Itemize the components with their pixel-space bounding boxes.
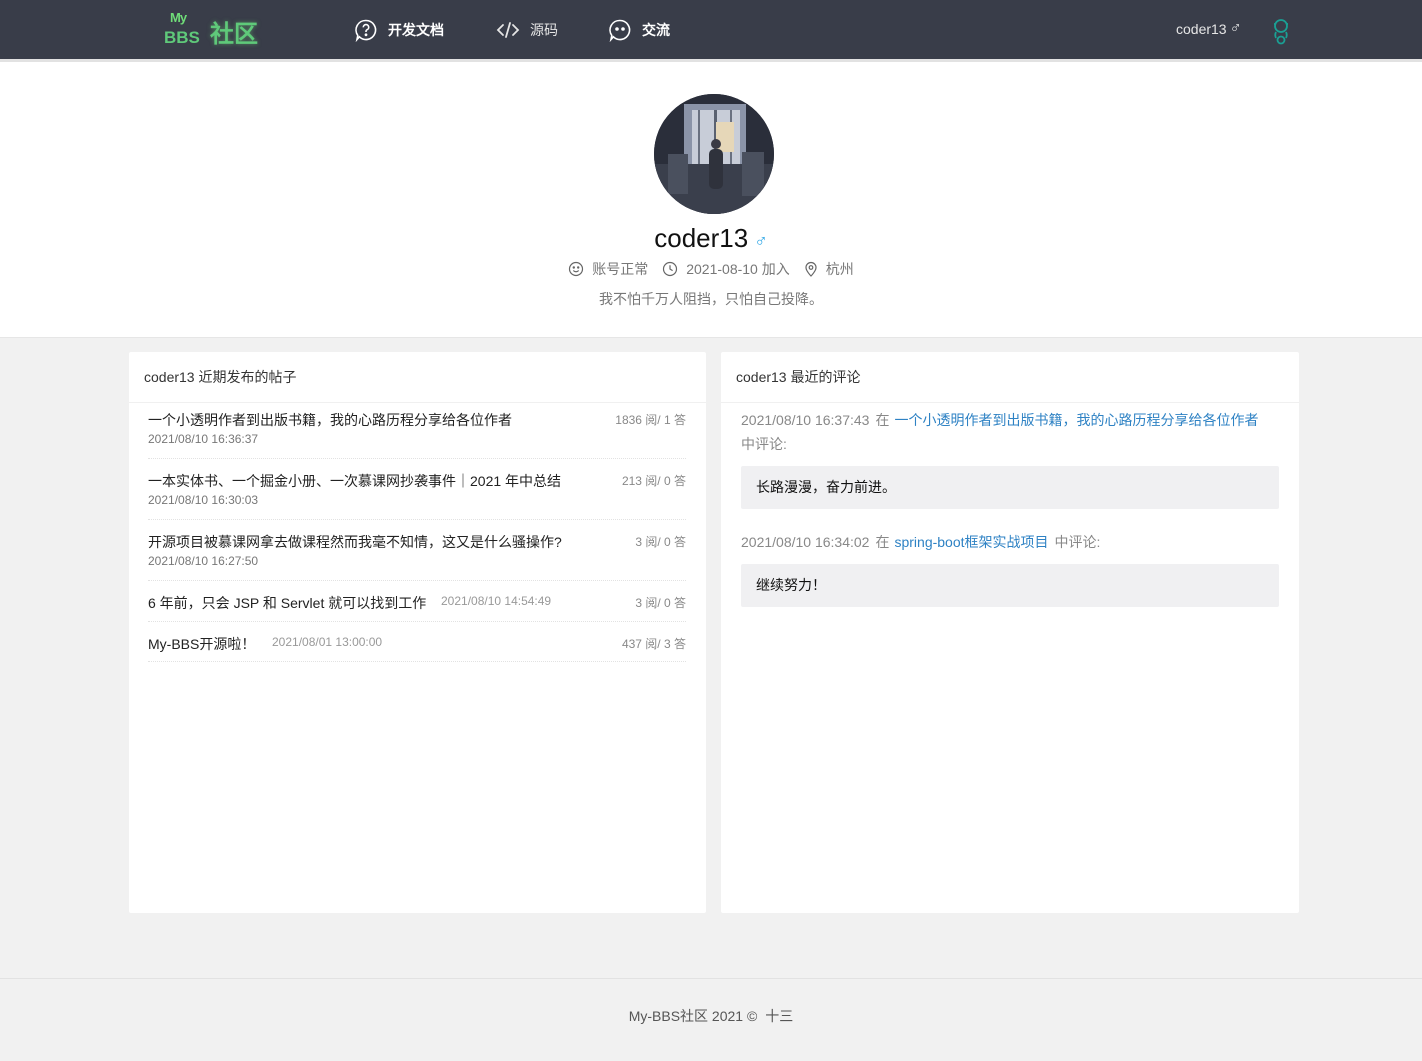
logo-community: 社区 bbox=[210, 21, 258, 48]
logo-bbs: BBS bbox=[164, 28, 200, 47]
nav-source[interactable]: 源码 bbox=[496, 17, 558, 43]
footer-copyright: My-BBS社区 2021 © bbox=[628, 1008, 758, 1024]
comment-time: 2021/08/10 16:34:02 bbox=[741, 534, 870, 550]
post-item: 6 年前，只会 JSP 和 Servlet 就可以找到工作 2021/08/10… bbox=[148, 593, 686, 622]
profile-meta: 账号正常 2021-08-10 加入 杭州 bbox=[0, 259, 1422, 279]
comment-meta: 2021/08/10 16:37:43 在一个小透明作者到出版书籍，我的心路历程分… bbox=[741, 408, 1281, 456]
nav-docs-label: 开发文档 bbox=[388, 22, 444, 38]
location-pin-icon bbox=[805, 261, 817, 277]
post-title-link[interactable]: 开源项目被慕课网拿去做课程然而我毫不知情，这又是什么骚操作? bbox=[148, 532, 562, 552]
post-item: 一本实体书、一个掘金小册、一次慕课网抄袭事件｜2021 年中总结 2021/08… bbox=[148, 471, 686, 520]
footer-author-link[interactable]: 十三 bbox=[765, 1008, 793, 1024]
comment-suffix: 中评论: bbox=[741, 436, 787, 452]
post-item: 一个小透明作者到出版书籍，我的心路历程分享给各位作者 2021/08/10 16… bbox=[148, 410, 686, 459]
recent-comments-panel: coder13 最近的评论 2021/08/10 16:37:43 在一个小透明作… bbox=[721, 352, 1299, 913]
location: 杭州 bbox=[804, 259, 854, 279]
profile-signature: 我不怕千万人阻挡，只怕自己投降。 bbox=[599, 291, 823, 307]
join-date: 2021-08-10 加入 bbox=[662, 259, 790, 279]
post-item: My-BBS开源啦！ 2021/08/01 13:00:00 437 阅/ 3 … bbox=[148, 634, 686, 662]
clock-icon bbox=[663, 261, 678, 277]
comment-content: 继续努力！ bbox=[741, 564, 1279, 607]
male-icon: ♂ bbox=[1229, 20, 1242, 37]
post-stats: 213 阅/ 0 答 bbox=[621, 474, 686, 488]
post-item: 开源项目被慕课网拿去做课程然而我毫不知情，这又是什么骚操作? 2021/08/1… bbox=[148, 532, 686, 581]
post-stats: 3 阅/ 0 答 bbox=[635, 535, 686, 549]
header-username: coder13 bbox=[1176, 21, 1227, 37]
profile-username: coder13 bbox=[654, 223, 749, 253]
location-text: 杭州 bbox=[825, 261, 854, 277]
post-date: 2021/08/01 13:00:00 bbox=[272, 635, 383, 649]
comment-post-link[interactable]: 一个小透明作者到出版书籍，我的心路历程分享给各位作者 bbox=[894, 412, 1258, 428]
post-date: 2021/08/10 14:54:49 bbox=[441, 594, 552, 608]
post-date: 2021/08/10 16:36:37 bbox=[148, 432, 259, 446]
recent-comments-title: coder13 最近的评论 bbox=[721, 352, 1299, 403]
comment-meta: 2021/08/10 16:34:02 在 spring-boot框架实战项目 中评论… bbox=[741, 530, 1281, 554]
post-stats: 3 阅/ 0 答 bbox=[635, 596, 686, 610]
page-footer: My-BBS社区 2021 © 十三 bbox=[0, 978, 1422, 1061]
post-title-link[interactable]: 一本实体书、一个掘金小册、一次慕课网抄袭事件｜2021 年中总结 bbox=[148, 471, 561, 491]
nav-chat-label: 交流 bbox=[642, 22, 670, 38]
comment-in-word: 在 bbox=[875, 412, 890, 428]
logo-my: My bbox=[170, 10, 187, 25]
nav-source-label: 源码 bbox=[530, 22, 558, 38]
smile-icon bbox=[569, 261, 584, 277]
post-title-link[interactable]: 一个小透明作者到出版书籍，我的心路历程分享给各位作者 bbox=[148, 410, 512, 430]
account-status-text: 账号正常 bbox=[592, 261, 649, 277]
account-status: 账号正常 bbox=[568, 259, 648, 279]
recent-posts-title: coder13 近期发布的帖子 bbox=[129, 352, 706, 403]
comment-suffix: 中评论: bbox=[1054, 534, 1101, 550]
question-bubble-icon bbox=[355, 19, 377, 42]
join-date-text: 2021-08-10 加入 bbox=[686, 261, 790, 277]
code-icon bbox=[496, 22, 520, 38]
profile-avatar bbox=[654, 94, 774, 214]
post-date: 2021/08/10 16:27:50 bbox=[148, 554, 259, 568]
chat-icon bbox=[609, 19, 631, 42]
nav-chat[interactable]: 交流 bbox=[608, 17, 670, 43]
post-date: 2021/08/10 16:30:03 bbox=[148, 493, 259, 507]
post-stats: 1836 阅/ 1 答 bbox=[615, 413, 686, 427]
recent-posts-panel: coder13 近期发布的帖子 一个小透明作者到出版书籍，我的心路历程分享给各位… bbox=[129, 352, 706, 913]
nav-docs[interactable]: 开发文档 bbox=[354, 17, 444, 43]
header-user-menu[interactable]: coder13 ♂ bbox=[1176, 20, 1242, 38]
post-title-link[interactable]: My-BBS开源啦！ bbox=[148, 634, 255, 654]
comment-in-word: 在 bbox=[875, 534, 890, 550]
male-icon: ♂ bbox=[754, 231, 768, 251]
profile-name: coder13 ♂ bbox=[0, 223, 1422, 254]
site-logo[interactable]: My BBS 社区 bbox=[164, 8, 264, 48]
post-title-link[interactable]: 6 年前，只会 JSP 和 Servlet 就可以找到工作 bbox=[148, 593, 426, 613]
comment-time: 2021/08/10 16:37:43 bbox=[741, 412, 870, 428]
comment-content: 长路漫漫，奋力前进。 bbox=[741, 466, 1279, 509]
comment-post-link[interactable]: spring-boot框架实战项目 bbox=[894, 534, 1048, 550]
top-navbar: My BBS 社区 开发文档 源码 交流 coder13 ♂ bbox=[0, 0, 1422, 59]
profile-section: coder13 ♂ 账号正常 2021-08-10 加入 杭州 我不怕千万人阻挡，… bbox=[0, 62, 1422, 338]
user-avatar-icon[interactable] bbox=[1268, 16, 1294, 51]
post-stats: 437 阅/ 3 答 bbox=[621, 637, 686, 651]
